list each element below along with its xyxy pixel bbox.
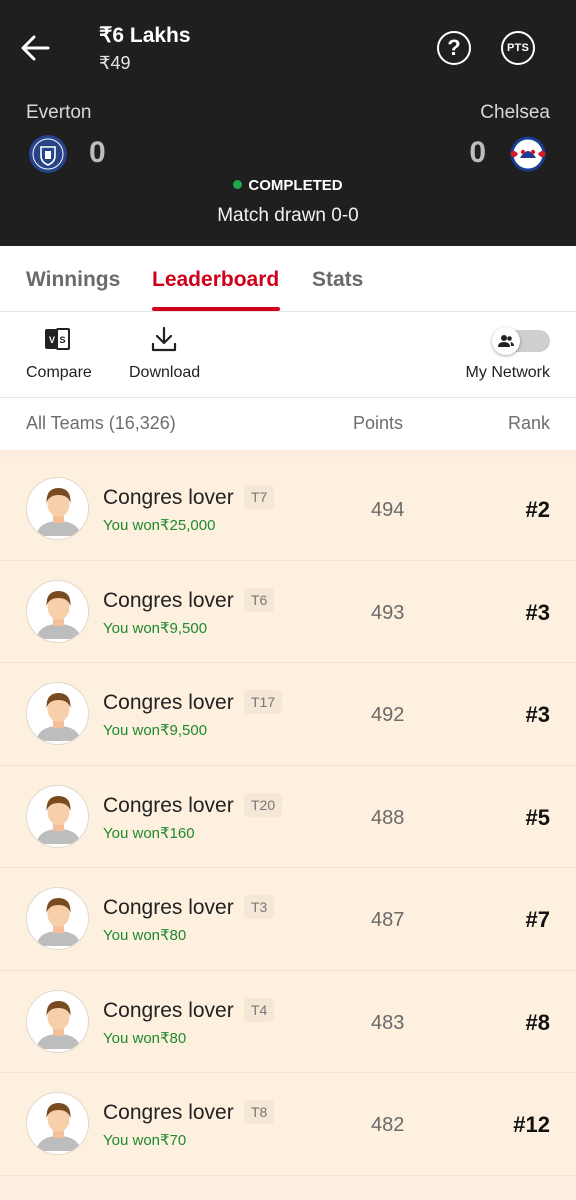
rank-column-header: Rank (507, 413, 550, 433)
team-owner-name: Congres lover (103, 691, 234, 714)
team-number-badge: T3 (244, 895, 275, 919)
user-avatar-icon (36, 898, 81, 946)
active-tab-indicator (152, 307, 280, 311)
all-teams-count: All Teams (16,326) (26, 413, 176, 433)
team-owner-name: Congres lover (103, 486, 234, 509)
winnings-text: You won₹70 (103, 1132, 187, 1149)
toggle-knob (492, 327, 520, 355)
user-avatar-icon (36, 795, 81, 844)
team-owner-name: Congres lover (103, 588, 234, 612)
team-number-badge: T7 (244, 485, 275, 509)
user-avatar-icon (36, 1000, 81, 1049)
winnings-text: You won₹80 (103, 1029, 187, 1047)
tab-winnings[interactable]: Winnings (26, 268, 120, 292)
team-points: 487 (371, 909, 405, 931)
status-text: COMPLETED (248, 177, 343, 194)
winnings-text: You won₹9,500 (103, 722, 208, 739)
leaderboard-row[interactable]: Congres lover T17 You won₹9,500 492 #3 (0, 663, 576, 766)
everton-crest-icon (28, 134, 68, 174)
team-owner-name: Congres lover (103, 896, 234, 919)
tab-stats[interactable]: Stats (312, 268, 363, 292)
svg-text:S: S (59, 335, 65, 345)
status-dot-icon (233, 180, 243, 189)
team-number-badge: T8 (244, 1100, 275, 1124)
my-network-label: My Network (465, 364, 550, 381)
leaderboard-row[interactable]: Congres lover T6 You won₹9,500 493 #3 (0, 560, 576, 663)
user-avatar-icon (36, 590, 81, 639)
tab-bar: Winnings Leaderboard Stats (0, 246, 576, 312)
winnings-text: You won₹9,500 (103, 619, 208, 637)
leaderboard-row[interactable]: Congres lover T20 You won₹160 488 #5 (0, 765, 576, 868)
points-column-header: Points (353, 413, 404, 433)
team-rank: #3 (525, 599, 550, 625)
team-points: 492 (371, 704, 405, 726)
user-avatar-icon (36, 693, 81, 741)
team-number-badge: T20 (244, 792, 283, 817)
team-rank: #8 (525, 1009, 550, 1035)
pts-label: PTS (507, 42, 529, 54)
back-arrow-icon[interactable] (18, 30, 54, 66)
people-icon (498, 335, 514, 347)
download-icon (151, 326, 177, 352)
match-result: Match drawn 0-0 (217, 205, 359, 226)
team-points: 488 (371, 806, 405, 829)
leaderboard-list-header: All Teams (16,326) Points Rank (0, 398, 576, 450)
away-team-score: 0 (469, 136, 486, 169)
help-label: ? (447, 35, 461, 60)
prize-pool: ₹6 Lakhs (99, 24, 191, 47)
avatar (26, 887, 89, 950)
download-label: Download (129, 364, 201, 381)
user-avatar-icon (36, 1103, 81, 1151)
winnings-text: You won₹25,000 (103, 517, 216, 534)
match-status: COMPLETED (0, 177, 576, 194)
team-points: 494 (371, 499, 405, 521)
leaderboard-toolbar: V S Compare Download My Network (0, 312, 576, 398)
chelsea-crest-icon (508, 134, 548, 174)
my-network-control: My Network (460, 312, 550, 398)
team-points: 493 (371, 601, 405, 624)
avatar (26, 682, 89, 745)
compare-vs-icon: V S (45, 327, 70, 351)
team-rank: #2 (525, 497, 550, 522)
user-avatar-icon (36, 488, 81, 536)
team-owner-name: Congres lover (103, 998, 234, 1022)
leaderboard-list: Congres lover T7 You won₹25,000 494 #2 C… (0, 458, 576, 1176)
team-number-badge: T17 (244, 690, 283, 714)
team-rank: #7 (525, 907, 550, 932)
team-owner-name: Congres lover (103, 1101, 234, 1124)
team-rank: #12 (513, 1112, 550, 1137)
download-button[interactable]: Download (129, 312, 209, 398)
leaderboard-row[interactable]: Congres lover T3 You won₹80 487 #7 (0, 868, 576, 971)
help-icon[interactable]: ? (437, 31, 471, 65)
team-rank: #5 (525, 804, 550, 830)
winnings-text: You won₹80 (103, 927, 187, 944)
team-number-badge: T4 (244, 997, 275, 1022)
avatar (26, 579, 89, 643)
home-team-name: Everton (26, 102, 92, 123)
tab-leaderboard[interactable]: Leaderboard (152, 268, 279, 292)
my-network-toggle[interactable] (492, 327, 550, 355)
avatar (26, 1092, 89, 1155)
leaderboard-row[interactable]: Congres lover T7 You won₹25,000 494 #2 (0, 458, 576, 561)
points-system-icon[interactable]: PTS (501, 31, 535, 65)
away-team-name: Chelsea (480, 102, 550, 123)
winnings-text: You won₹160 (103, 824, 195, 842)
svg-text:V: V (49, 335, 55, 345)
entry-fee: ₹49 (99, 53, 131, 73)
team-number-badge: T6 (244, 587, 275, 612)
avatar (26, 477, 89, 540)
team-owner-name: Congres lover (103, 793, 234, 817)
compare-button[interactable]: V S Compare (26, 312, 96, 398)
avatar (26, 989, 89, 1053)
team-rank: #3 (525, 702, 550, 727)
leaderboard-row[interactable]: Congres lover T4 You won₹80 483 #8 (0, 970, 576, 1073)
leaderboard-row[interactable]: Congres lover T8 You won₹70 482 #12 (0, 1073, 576, 1176)
match-header: ₹6 Lakhs ₹49 ? PTS Everton Chelsea 0 0 C… (0, 0, 576, 246)
team-points: 483 (371, 1011, 405, 1034)
avatar (26, 784, 89, 848)
compare-label: Compare (26, 364, 92, 381)
home-team-score: 0 (89, 136, 106, 169)
team-points: 482 (371, 1114, 405, 1136)
